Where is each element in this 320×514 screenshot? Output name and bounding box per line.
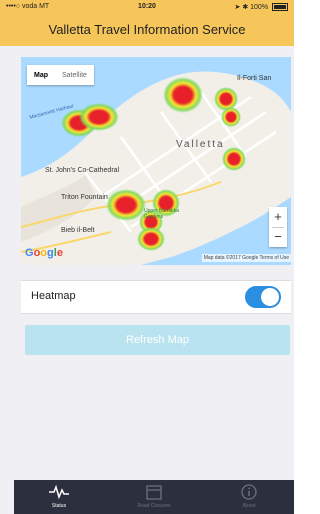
- phone-screen: ••••○ voda MT 10:20 ➤ ✱ 100% Valletta Tr…: [0, 0, 294, 514]
- toggle-knob: [261, 288, 279, 306]
- tab-road-closures[interactable]: Road Closures: [109, 480, 199, 514]
- map-type-satellite-button[interactable]: Satellite: [55, 65, 94, 85]
- zoom-divider: [272, 227, 284, 228]
- tab-status[interactable]: Status: [14, 480, 104, 514]
- tab-about[interactable]: About: [204, 480, 294, 514]
- heatmap-label: Heatmap: [31, 290, 76, 302]
- refresh-map-button[interactable]: Refresh Map: [25, 325, 290, 355]
- map-label-barrakka: Upper Barrakka Gardens: [144, 208, 180, 220]
- zoom-out-button[interactable]: −: [269, 227, 287, 247]
- heatmap-toggle[interactable]: [245, 286, 281, 308]
- map-label-fort: Il-Forti San: [237, 75, 272, 82]
- map-type-map-button[interactable]: Map: [27, 65, 55, 85]
- info-icon: [204, 484, 294, 500]
- heatmap-row: Heatmap: [21, 280, 291, 314]
- map-type-control: Map Satellite: [27, 65, 94, 85]
- page-title: Valletta Travel Information Service: [48, 22, 246, 37]
- app-header: ••••○ voda MT 10:20 ➤ ✱ 100% Valletta Tr…: [0, 0, 294, 46]
- map-label-triton: Triton Fountain: [61, 194, 108, 201]
- map-label-bieb: Bieb il-Belt: [61, 227, 95, 234]
- zoom-in-button[interactable]: +: [269, 207, 287, 227]
- map-attribution[interactable]: Map data ©2017 Google Terms of Use: [201, 254, 291, 262]
- tab-bar: Status Road Closures About: [14, 480, 294, 514]
- map-view[interactable]: Map Satellite Valletta St. John's Co-Cat…: [21, 57, 291, 265]
- tab-label-status: Status: [51, 503, 67, 509]
- google-logo: Google: [25, 247, 63, 259]
- map-label-cathedral: St. John's Co-Cathedral: [45, 167, 120, 174]
- location-icon: ➤: [234, 4, 241, 11]
- battery-percent: 100%: [250, 4, 269, 11]
- calendar-icon: [109, 484, 199, 500]
- battery-icon: [272, 3, 288, 12]
- tab-label-about: About: [242, 503, 256, 509]
- pulse-icon: [14, 484, 104, 500]
- battery-indicator: ➤ ✱ 100%: [234, 3, 288, 12]
- zoom-control: + −: [269, 207, 287, 247]
- map-label-valletta: Valletta: [176, 139, 225, 150]
- tab-label-road-closures: Road Closures: [137, 503, 171, 509]
- bluetooth-icon: ✱: [242, 4, 249, 11]
- status-bar: ••••○ voda MT 10:20 ➤ ✱ 100%: [0, 0, 294, 16]
